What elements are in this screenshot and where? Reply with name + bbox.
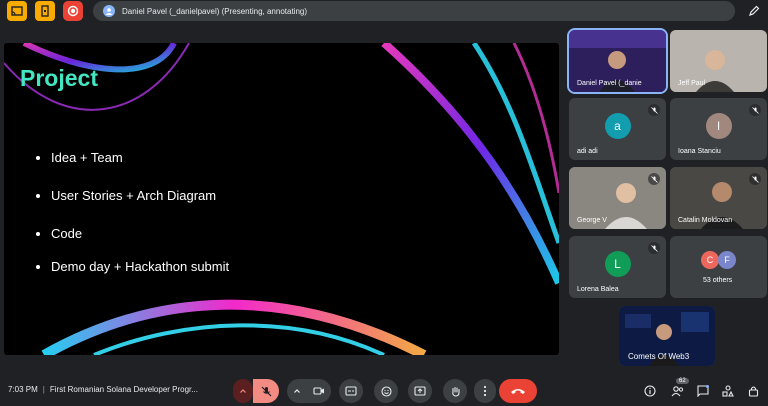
- slide-bullet: Code: [36, 226, 82, 241]
- participant-avatar: a: [604, 112, 631, 139]
- participant-name: George V: [577, 217, 607, 224]
- participant-tile[interactable]: Catalin Moldovan: [670, 167, 767, 229]
- presented-slide: Project Idea + Team User Stories + Arch …: [4, 43, 559, 355]
- annotate-pen-icon[interactable]: [743, 1, 765, 21]
- slide-bullet: Idea + Team: [36, 150, 123, 165]
- more-options-button[interactable]: [474, 379, 496, 403]
- mic-toggle-button[interactable]: [253, 379, 279, 403]
- present-icon: [414, 386, 426, 396]
- camera-toggle-button[interactable]: [307, 379, 331, 403]
- end-call-icon: [511, 389, 525, 394]
- clock-time: 7:03 PM: [8, 385, 38, 394]
- participant-tile[interactable]: George V: [569, 167, 666, 229]
- present-screen-button[interactable]: [408, 379, 432, 403]
- mic-off-icon: [749, 104, 761, 116]
- host-controls-lock-icon[interactable]: [744, 382, 762, 400]
- chat-icon[interactable]: [694, 382, 712, 400]
- others-tile[interactable]: C F 53 others: [670, 236, 767, 298]
- participant-name: adi adi: [577, 148, 598, 155]
- mic-off-icon: [648, 104, 660, 116]
- others-count: 53 others: [703, 277, 733, 284]
- cast-icon[interactable]: [7, 1, 27, 21]
- slide-bullet: User Stories + Arch Diagram: [36, 188, 216, 203]
- presenter-avatar: [103, 5, 115, 17]
- more-vert-icon: [483, 385, 487, 397]
- participant-tile[interactable]: L Lorena Balea: [569, 236, 666, 298]
- leave-call-button[interactable]: [499, 379, 537, 403]
- people-count-badge: 62: [676, 378, 689, 384]
- participant-name: Catalin Moldovan: [678, 217, 733, 224]
- reactions-button[interactable]: [374, 379, 398, 403]
- hand-icon: [451, 386, 460, 397]
- participant-avatar: I: [705, 112, 732, 139]
- audio-options-chevron-icon[interactable]: [233, 379, 253, 403]
- captions-icon: [345, 386, 357, 396]
- participant-avatar: L: [604, 250, 631, 277]
- participant-tile[interactable]: a adi adi: [569, 98, 666, 160]
- camera-icon: [313, 387, 324, 395]
- meeting-title: First Romanian Solana Developer Progr...: [49, 385, 198, 394]
- slide-bullet: Demo day + Hackathon submit: [36, 259, 229, 274]
- participant-avatar: C: [701, 251, 719, 269]
- slide-title: Project: [20, 65, 98, 91]
- self-view-name: Comets Of Web3: [628, 352, 690, 361]
- participant-tile[interactable]: Jeff Paul: [670, 30, 767, 92]
- participant-tile[interactable]: Daniel Pavel (_danie: [567, 28, 668, 94]
- presenting-indicator[interactable]: Daniel Pavel (_danielpavel) (Presenting,…: [93, 1, 735, 21]
- participant-name: Daniel Pavel (_danie: [577, 80, 642, 87]
- participant-name: Jeff Paul: [678, 80, 706, 87]
- activities-icon[interactable]: [719, 382, 737, 400]
- participant-name: Ioana Stanciu: [678, 148, 721, 155]
- captions-button[interactable]: [339, 379, 363, 403]
- mic-off-icon: [261, 386, 271, 396]
- bottom-control-bar: 7:03 PM | First Romanian Solana Developer …: [0, 376, 768, 406]
- self-view-tile[interactable]: Comets Of Web3: [619, 306, 715, 366]
- mic-off-icon: [648, 173, 660, 185]
- meeting-info: 7:03 PM | First Romanian Solana Developer …: [8, 385, 198, 394]
- mic-off-icon: [648, 242, 660, 254]
- presenting-text: Daniel Pavel (_danielpavel) (Presenting,…: [122, 6, 307, 16]
- people-icon[interactable]: 62: [668, 378, 689, 400]
- raise-hand-button[interactable]: [443, 379, 467, 403]
- meeting-details-icon[interactable]: [641, 382, 659, 400]
- participant-name: Lorena Balea: [577, 286, 619, 293]
- video-options-chevron-icon[interactable]: [287, 379, 307, 403]
- participant-avatar: F: [718, 251, 736, 269]
- mic-off-icon: [749, 173, 761, 185]
- record-icon[interactable]: [63, 1, 83, 21]
- emoji-icon: [380, 385, 392, 397]
- lock-icon[interactable]: [35, 1, 55, 21]
- participant-tile[interactable]: I Ioana Stanciu: [670, 98, 767, 160]
- top-bar: Daniel Pavel (_danielpavel) (Presenting,…: [0, 0, 768, 24]
